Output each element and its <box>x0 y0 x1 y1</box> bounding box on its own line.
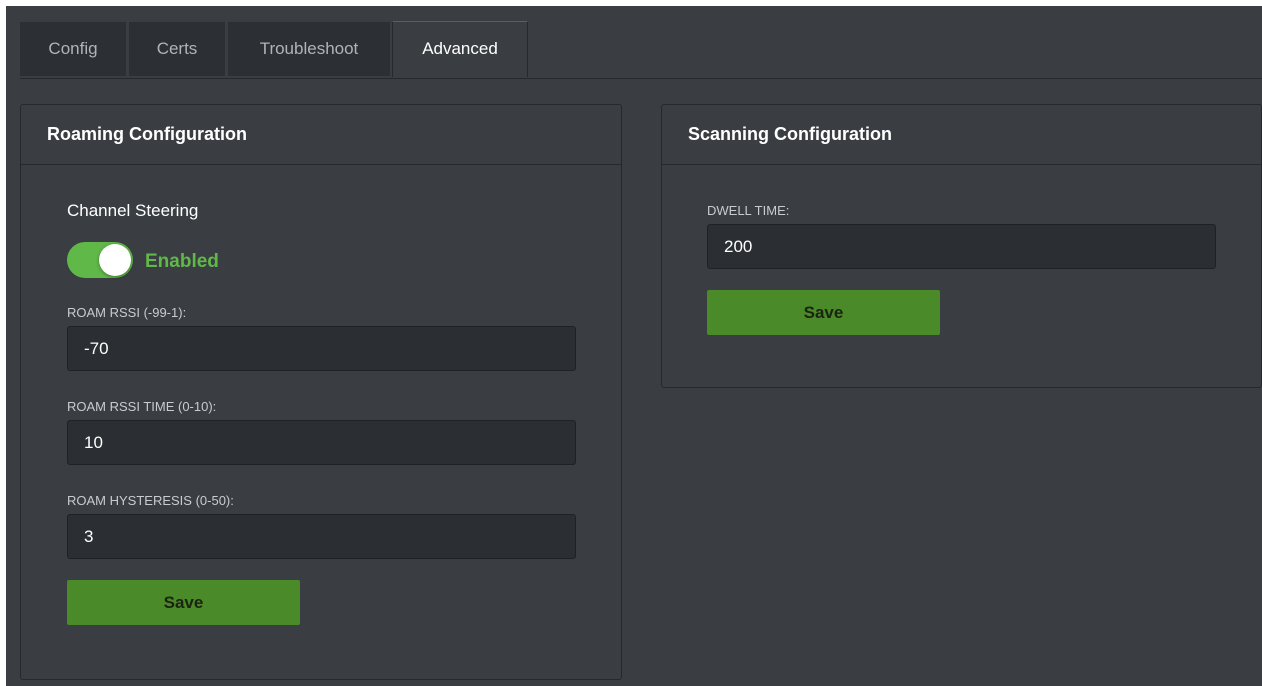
tab-advanced[interactable]: Advanced <box>392 21 528 77</box>
tab-config[interactable]: Config <box>20 22 126 76</box>
dwell-time-input[interactable] <box>707 224 1216 269</box>
scanning-save-button[interactable]: Save <box>707 290 940 335</box>
roam-hysteresis-label: ROAM HYSTERESIS (0-50): <box>67 493 234 508</box>
tab-troubleshoot[interactable]: Troubleshoot <box>228 22 390 76</box>
roaming-configuration-panel: Roaming Configuration Channel Steering E… <box>20 104 622 680</box>
roam-rssi-label: ROAM RSSI (-99-1): <box>67 305 187 320</box>
roam-rssi-time-label: ROAM RSSI TIME (0-10): <box>67 399 217 414</box>
scanning-panel-title: Scanning Configuration <box>662 105 1261 165</box>
dwell-time-label: DWELL TIME: <box>707 203 790 218</box>
channel-steering-status: Enabled <box>145 251 219 272</box>
roam-rssi-input[interactable] <box>67 326 576 371</box>
roaming-panel-title: Roaming Configuration <box>21 105 621 165</box>
scanning-configuration-panel: Scanning Configuration DWELL TIME: Save <box>661 104 1262 388</box>
channel-steering-label: Channel Steering <box>67 201 199 220</box>
tab-certs[interactable]: Certs <box>129 22 225 76</box>
roam-rssi-time-input[interactable] <box>67 420 576 465</box>
toggle-knob <box>99 244 131 276</box>
channel-steering-toggle[interactable] <box>67 242 133 278</box>
roam-hysteresis-input[interactable] <box>67 514 576 559</box>
roaming-save-button[interactable]: Save <box>67 580 300 625</box>
app-frame: Config Certs Troubleshoot Advanced Roami… <box>6 6 1262 686</box>
tab-bar: Config Certs Troubleshoot Advanced <box>20 21 1262 79</box>
